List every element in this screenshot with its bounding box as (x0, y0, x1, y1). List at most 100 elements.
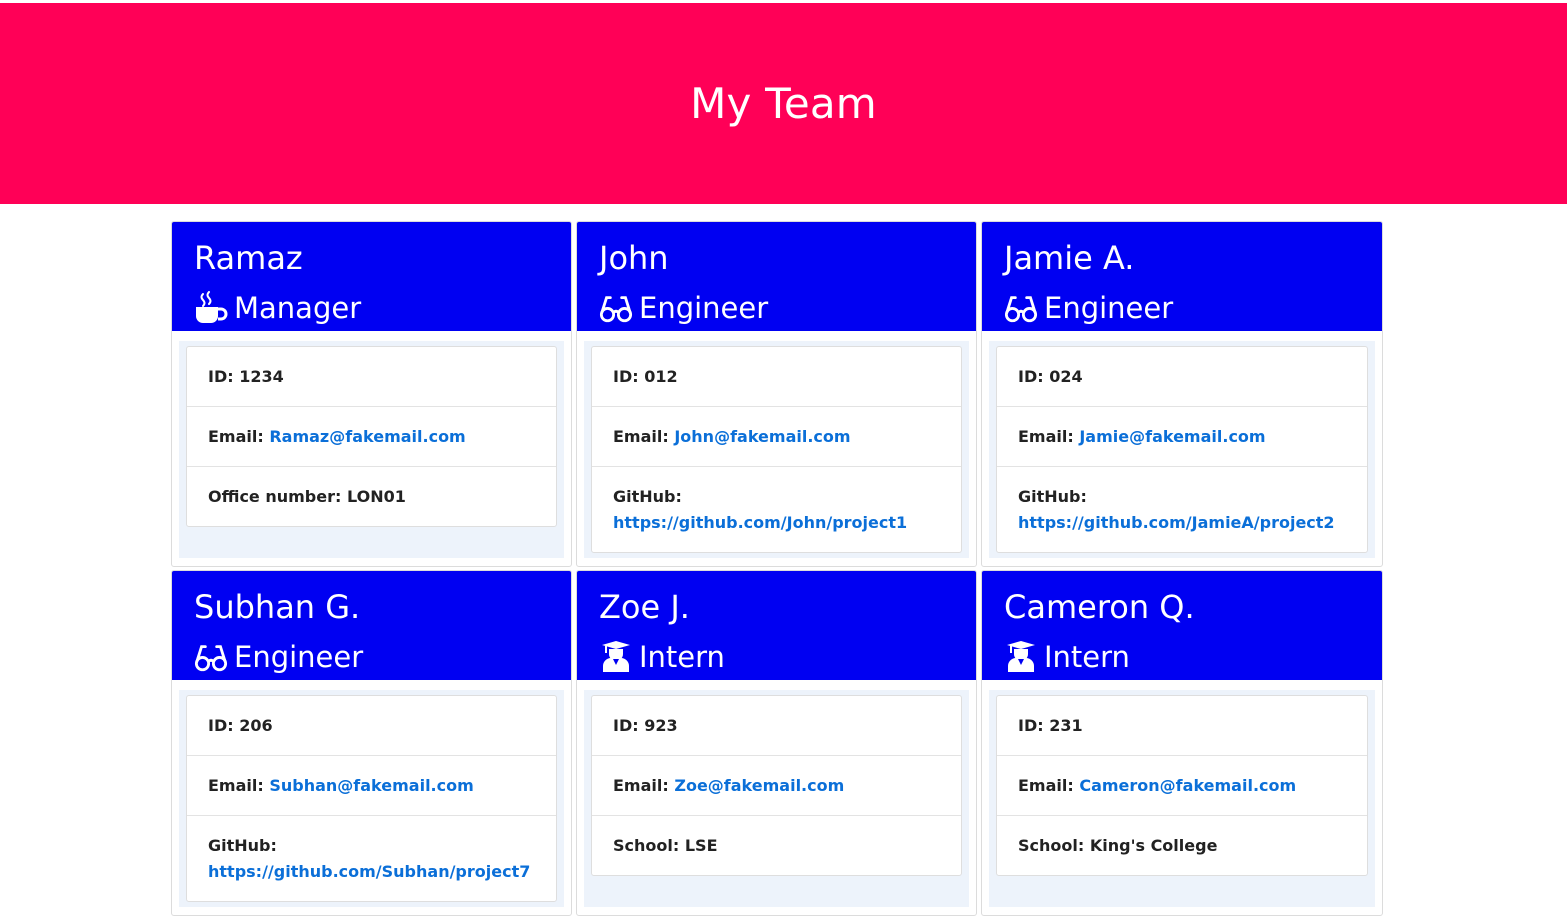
card-header: Subhan G. Engineer (172, 571, 571, 680)
employee-name: Subhan G. (194, 588, 361, 626)
github-link[interactable]: https://github.com/John/project1 (613, 513, 907, 532)
page-title: My Team (690, 79, 877, 128)
email-item: Email: Subhan@fakemail.com (187, 755, 556, 815)
employee-role: Manager (194, 288, 549, 328)
card-body: ID: 231 Email: Cameron@fakemail.com Scho… (989, 690, 1375, 907)
graduate-icon (599, 640, 633, 674)
employee-card: Zoe J. Intern ID: 923 Email: Zoe@fakemai (576, 570, 977, 916)
card-header: John Engineer (577, 222, 976, 331)
id-label: ID: (208, 716, 240, 735)
school-label: School: (613, 836, 685, 855)
employee-name: Zoe J. (599, 588, 690, 626)
id-value: 012 (644, 367, 678, 386)
employee-role-label: Intern (1044, 640, 1130, 674)
school-value: LSE (684, 836, 718, 855)
id-label: ID: (1018, 716, 1050, 735)
employee-role-label: Intern (639, 640, 725, 674)
email-link[interactable]: John@fakemail.com (674, 427, 850, 446)
email-item: Email: Zoe@fakemail.com (592, 755, 961, 815)
email-item: Email: Jamie@fakemail.com (997, 406, 1367, 466)
office-item: Office number: LON01 (187, 466, 556, 526)
id-value: 923 (644, 716, 678, 735)
id-label: ID: (1018, 367, 1050, 386)
details-list: ID: 206 Email: Subhan@fakemail.com GitHu… (186, 695, 557, 902)
school-item: School: LSE (592, 815, 961, 875)
details-list: ID: 923 Email: Zoe@fakemail.com School: … (591, 695, 962, 876)
id-item: ID: 1234 (187, 347, 556, 406)
employee-name: Jamie A. (1004, 239, 1135, 277)
school-value: King's College (1089, 836, 1218, 855)
card-body: ID: 923 Email: Zoe@fakemail.com School: … (584, 690, 969, 907)
email-label: Email: (208, 776, 270, 795)
employee-role-label: Manager (234, 291, 362, 325)
school-item: School: King's College (997, 815, 1367, 875)
email-label: Email: (208, 427, 270, 446)
card-body: ID: 1234 Email: Ramaz@fakemail.com Offic… (179, 341, 564, 558)
card-body: ID: 206 Email: Subhan@fakemail.com GitHu… (179, 690, 564, 907)
details-list: ID: 012 Email: John@fakemail.com GitHub:… (591, 346, 962, 553)
github-label: GitHub: (613, 487, 682, 506)
card-header: Jamie A. Engineer (982, 222, 1382, 331)
github-label: GitHub: (208, 836, 277, 855)
employee-role-label: Engineer (1044, 291, 1174, 325)
employee-name: John (599, 239, 669, 277)
page-header: My Team (0, 3, 1567, 204)
id-item: ID: 923 (592, 696, 961, 755)
id-label: ID: (613, 716, 645, 735)
email-label: Email: (613, 427, 675, 446)
employee-card: Subhan G. Engineer ID: 206 Email: Subhan (171, 570, 572, 916)
email-label: Email: (1018, 776, 1080, 795)
employee-role: Intern (1004, 637, 1360, 677)
id-item: ID: 024 (997, 347, 1367, 406)
email-link[interactable]: Zoe@fakemail.com (674, 776, 844, 795)
github-link[interactable]: https://github.com/JamieA/project2 (1018, 513, 1335, 532)
glasses-icon (194, 640, 228, 674)
card-header: Zoe J. Intern (577, 571, 976, 680)
card-body: ID: 024 Email: Jamie@fakemail.com GitHub… (989, 341, 1375, 558)
id-item: ID: 231 (997, 696, 1367, 755)
email-item: Email: Cameron@fakemail.com (997, 755, 1367, 815)
email-label: Email: (1018, 427, 1080, 446)
employee-role: Engineer (599, 288, 954, 328)
details-list: ID: 231 Email: Cameron@fakemail.com Scho… (996, 695, 1368, 876)
graduate-icon (1004, 640, 1038, 674)
id-value: 1234 (239, 367, 284, 386)
office-value: LON01 (346, 487, 406, 506)
school-label: School: (1018, 836, 1090, 855)
card-header: Cameron Q. Intern (982, 571, 1382, 680)
github-label: GitHub: (1018, 487, 1087, 506)
email-label: Email: (613, 776, 675, 795)
id-value: 231 (1049, 716, 1083, 735)
employee-card: Jamie A. Engineer ID: 024 Email: Jamie@f (981, 221, 1383, 567)
team-grid: Ramaz Manager ID: 1234 Email: Ramaz@fake… (171, 221, 1383, 916)
email-link[interactable]: Jamie@fakemail.com (1079, 427, 1265, 446)
office-label: Office number: (208, 487, 347, 506)
details-list: ID: 024 Email: Jamie@fakemail.com GitHub… (996, 346, 1368, 553)
email-item: Email: Ramaz@fakemail.com (187, 406, 556, 466)
employee-role: Intern (599, 637, 954, 677)
email-link[interactable]: Subhan@fakemail.com (269, 776, 473, 795)
coffee-mug-icon (194, 291, 228, 325)
card-header: Ramaz Manager (172, 222, 571, 331)
employee-role: Engineer (194, 637, 549, 677)
id-item: ID: 012 (592, 347, 961, 406)
employee-role-label: Engineer (234, 640, 364, 674)
github-item: GitHub: https://github.com/John/project1 (592, 466, 961, 552)
id-item: ID: 206 (187, 696, 556, 755)
employee-name: Cameron Q. (1004, 588, 1195, 626)
github-item: GitHub: https://github.com/JamieA/project… (997, 466, 1367, 552)
github-item: GitHub: https://github.com/Subhan/project… (187, 815, 556, 901)
glasses-icon (1004, 291, 1038, 325)
employee-role-label: Engineer (639, 291, 769, 325)
id-label: ID: (613, 367, 645, 386)
glasses-icon (599, 291, 633, 325)
id-value: 206 (239, 716, 273, 735)
email-item: Email: John@fakemail.com (592, 406, 961, 466)
card-body: ID: 012 Email: John@fakemail.com GitHub:… (584, 341, 969, 558)
employee-card: Cameron Q. Intern ID: 231 Email: Cameron (981, 570, 1383, 916)
github-link[interactable]: https://github.com/Subhan/project7 (208, 862, 530, 881)
employee-card: Ramaz Manager ID: 1234 Email: Ramaz@fake… (171, 221, 572, 567)
email-link[interactable]: Ramaz@fakemail.com (269, 427, 465, 446)
id-label: ID: (208, 367, 240, 386)
email-link[interactable]: Cameron@fakemail.com (1079, 776, 1296, 795)
